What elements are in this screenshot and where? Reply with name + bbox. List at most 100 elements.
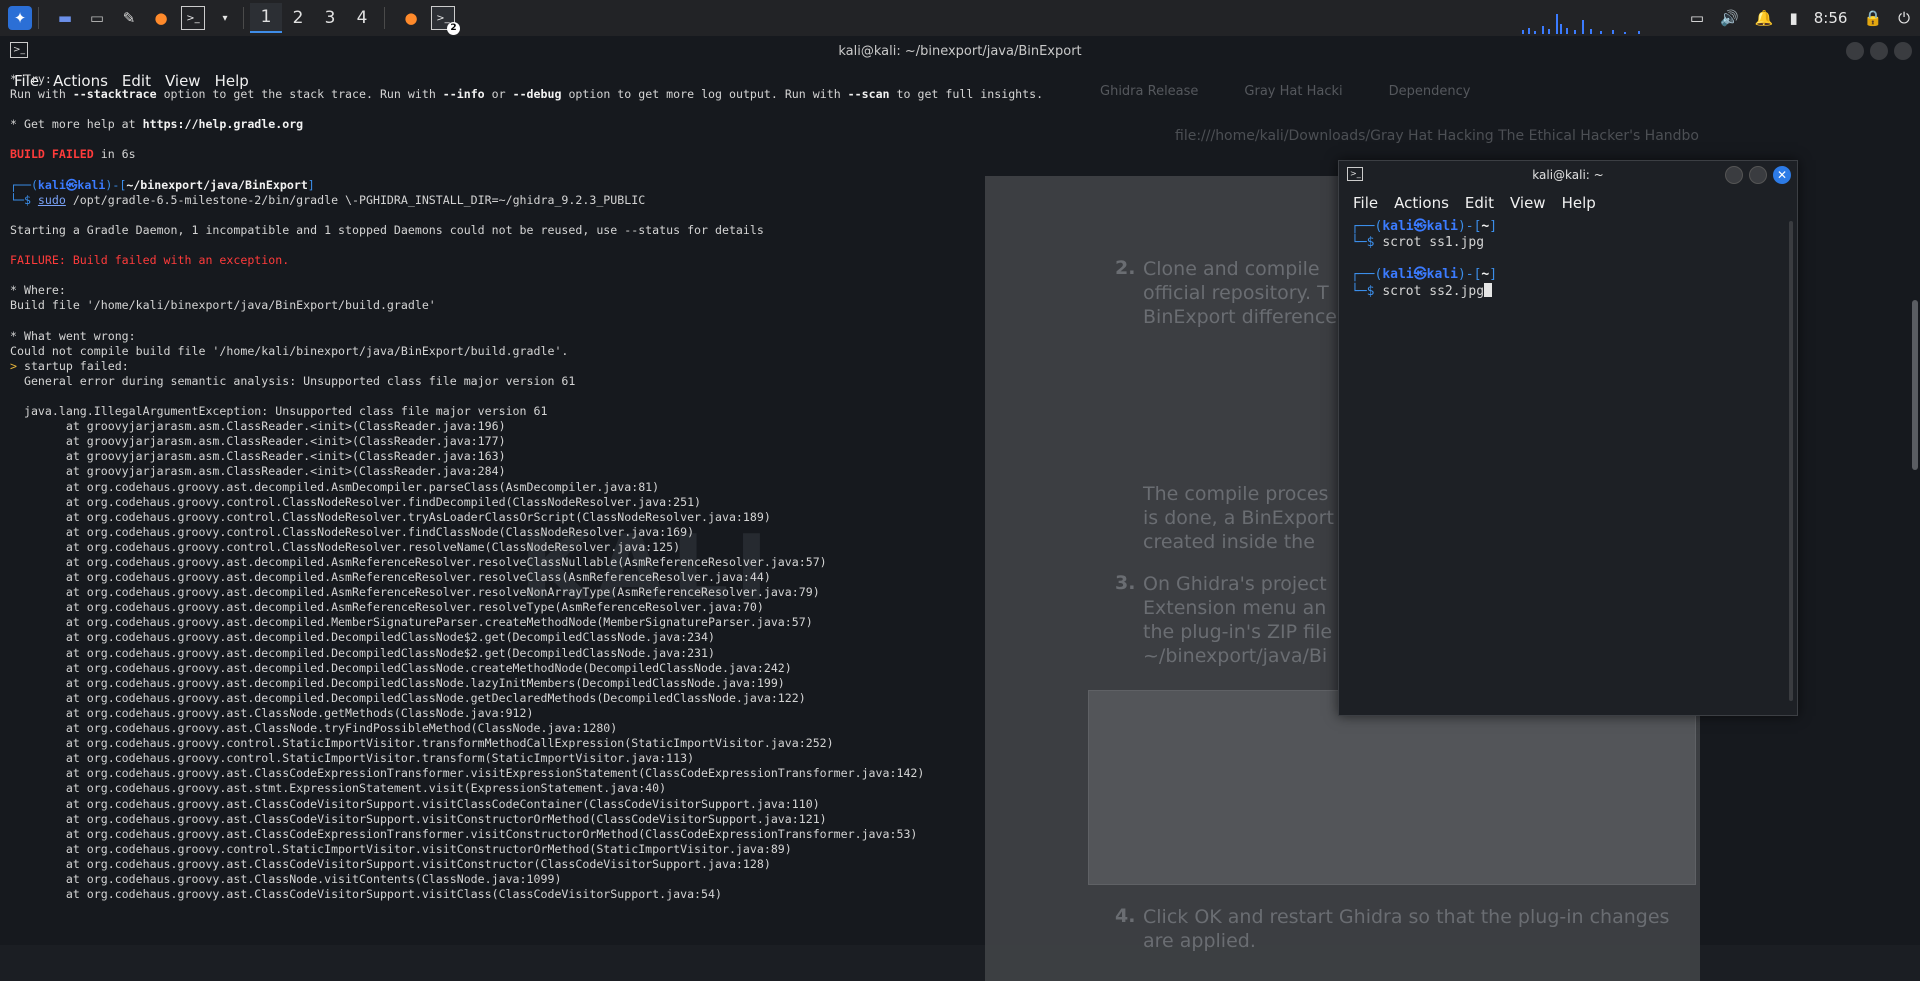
stack-trace-line: at org.codehaus.groovy.ast.ClassCodeVisi… (65, 811, 827, 826)
maximize-button[interactable] (1870, 42, 1888, 60)
bg-scrollbar[interactable] (1912, 300, 1918, 470)
stack-trace-line: at org.codehaus.groovy.ast.ClassNode.get… (65, 705, 534, 720)
stack-trace-line: at org.codehaus.groovy.ast.decompiled.As… (65, 570, 771, 585)
output-flag: --info (442, 87, 485, 102)
clock[interactable]: 8:56 (1814, 9, 1848, 27)
prompt-user: kali㉿kali (1382, 219, 1458, 234)
battery-icon[interactable]: ▮ (1789, 9, 1797, 27)
menu-help[interactable]: Help (1562, 194, 1596, 212)
output-line: General error during semantic analysis: … (10, 373, 576, 388)
stack-trace-line: at org.codehaus.groovy.control.StaticImp… (65, 841, 792, 856)
ghost-tab: Ghidra Release (1100, 84, 1199, 99)
command-text: scrot ss1.jpg (1382, 235, 1485, 250)
fg-terminal-title: kali@kali: ~ (1532, 168, 1604, 182)
fg-terminal-titlebar[interactable]: >_ kali@kali: ~ ✕ (1339, 161, 1797, 189)
maximize-button[interactable] (1749, 166, 1767, 184)
fg-terminal-output[interactable]: ┌──(kali㉿kali)-[~] └─$ scrot ss1.jpg ┌──… (1351, 219, 1497, 300)
taskbar-firefox-window-icon[interactable]: ● (399, 6, 423, 30)
command-text: scrot ss2.jpg (1382, 284, 1485, 299)
stack-trace-line: at org.codehaus.groovy.ast.decompiled.De… (65, 660, 792, 675)
panel-separator (38, 7, 39, 29)
prompt-path: ~/binexport/java/BinExport (126, 177, 308, 192)
lock-icon[interactable]: 🔒 (1863, 9, 1882, 27)
foreground-terminal-window[interactable]: >_ kali@kali: ~ ✕ File Actions Edit View… (1338, 160, 1798, 716)
show-desktop-icon[interactable]: ▬ (53, 6, 77, 30)
firefox-icon[interactable]: ● (149, 6, 173, 30)
ghost-screenshot-image (1088, 690, 1696, 885)
stack-trace-line: at groovyjarjarasm.asm.ClassReader.<init… (65, 464, 506, 479)
stack-trace-line: at org.codehaus.groovy.control.ClassNode… (65, 524, 695, 539)
panel-separator (243, 7, 244, 29)
doc-step4: Click OK and restart Ghidra so that the … (1143, 906, 1670, 952)
output-text: option to get more log output. Run with (561, 87, 848, 102)
output-text: option to get the stack trace. Run with (156, 87, 443, 102)
ghost-tab: Dependency (1388, 84, 1471, 99)
menu-edit[interactable]: Edit (1465, 194, 1494, 212)
terminal-count-badge: 2 (447, 22, 460, 35)
help-url[interactable]: https://help.gradle.org (143, 117, 304, 131)
text-editor-icon[interactable]: ✎ (117, 6, 141, 30)
minimize-button[interactable] (1846, 42, 1864, 60)
terminal-launcher-icon[interactable]: >_ (181, 6, 205, 30)
stack-trace-line: at org.codehaus.groovy.ast.decompiled.As… (65, 479, 660, 494)
volume-icon[interactable]: 🔊 (1720, 9, 1739, 27)
doc-step2-mid: The compile proces is done, a BinExport … (1143, 483, 1334, 553)
stack-trace-line: at org.codehaus.groovy.ast.ClassNode.vis… (65, 871, 562, 886)
display-icon[interactable]: ▭ (1690, 9, 1704, 27)
terminal-icon: >_ (1347, 167, 1363, 181)
output-line: startup failed: (23, 358, 129, 373)
fg-scrollbar[interactable] (1789, 221, 1793, 701)
close-button[interactable]: ✕ (1773, 166, 1791, 184)
stack-trace-line: at org.codehaus.groovy.ast.decompiled.De… (65, 645, 715, 660)
output-line: Starting a Gradle Daemon, 1 incompatible… (10, 222, 764, 237)
workspace-1[interactable]: 1 (250, 3, 282, 33)
build-failed-label: BUILD FAILED (10, 147, 94, 162)
ghost-browser-tabs: Ghidra Release Gray Hat Hacki Dependency (1100, 84, 1470, 99)
file-manager-icon[interactable]: ▭ (85, 6, 109, 30)
output-line: Build file '/home/kali/binexport/java/Bi… (10, 298, 436, 313)
output-line: * Try: (10, 72, 52, 86)
stack-trace-line: at org.codehaus.groovy.control.ClassNode… (65, 509, 771, 524)
workspace-2[interactable]: 2 (282, 3, 314, 33)
window-controls (1846, 42, 1912, 60)
menu-view[interactable]: View (1510, 194, 1546, 212)
bg-terminal-title: kali@kali: ~/binexport/java/BinExport (838, 43, 1082, 59)
stack-trace-line: at org.codehaus.groovy.ast.decompiled.De… (65, 690, 806, 705)
prompt-user: kali㉿kali (37, 177, 106, 192)
system-tray: ▭ 🔊 🔔 ▮ 8:56 🔒 ⏻ (1690, 0, 1910, 36)
stack-trace-line: at org.codehaus.groovy.ast.decompiled.De… (65, 675, 785, 690)
bg-terminal-output[interactable]: * Try: Run with --stacktrace option to g… (10, 72, 1043, 902)
stack-trace: at groovyjarjarasm.asm.ClassReader.<init… (10, 419, 925, 901)
stack-trace-line: at groovyjarjarasm.asm.ClassReader.<init… (65, 419, 506, 434)
window-controls: ✕ (1725, 166, 1791, 184)
workspace-4[interactable]: 4 (346, 3, 378, 33)
bg-terminal-titlebar[interactable]: >_ kali@kali: ~/binexport/java/BinExport (0, 36, 1920, 66)
stack-trace-line: at org.codehaus.groovy.ast.ClassNode.try… (65, 721, 618, 736)
chevron-down-icon[interactable]: ▾ (213, 6, 237, 30)
workspace-3[interactable]: 3 (314, 3, 346, 33)
output-flag: --scan (847, 87, 890, 102)
stack-trace-line: at org.codehaus.groovy.ast.decompiled.As… (65, 585, 820, 600)
fg-terminal-menubar: File Actions Edit View Help (1339, 189, 1797, 217)
kali-menu-icon[interactable]: ✦ (8, 6, 32, 30)
ghost-url: file:///home/kali/Downloads/Gray Hat Hac… (1175, 128, 1700, 144)
taskbar-terminal-window-icon[interactable]: >_ 2 (431, 6, 460, 35)
doc-step2: Clone and compile official repository. T… (1143, 258, 1337, 328)
terminal-icon: >_ (10, 42, 28, 58)
output-line: java.lang.IllegalArgumentException: Unsu… (10, 404, 548, 419)
output-text: * Get more help at (10, 117, 143, 132)
menu-actions[interactable]: Actions (1394, 194, 1449, 212)
minimize-button[interactable] (1725, 166, 1743, 184)
stack-trace-line: at org.codehaus.groovy.ast.decompiled.As… (65, 600, 764, 615)
close-button[interactable] (1894, 42, 1912, 60)
stack-trace-line: at org.codehaus.groovy.ast.ClassCodeExpr… (65, 826, 918, 841)
sudo-command: sudo (37, 192, 66, 207)
stack-trace-line: at groovyjarjarasm.asm.ClassReader.<init… (65, 449, 506, 464)
output-flag: --debug (512, 87, 562, 102)
power-icon[interactable]: ⏻ (1898, 9, 1910, 27)
stack-trace-line: at groovyjarjarasm.asm.ClassReader.<init… (65, 434, 506, 449)
text-cursor (1484, 283, 1493, 297)
stack-trace-line: at org.codehaus.groovy.control.ClassNode… (65, 539, 681, 554)
menu-file[interactable]: File (1353, 194, 1378, 212)
notification-bell-icon[interactable]: 🔔 (1755, 9, 1774, 27)
